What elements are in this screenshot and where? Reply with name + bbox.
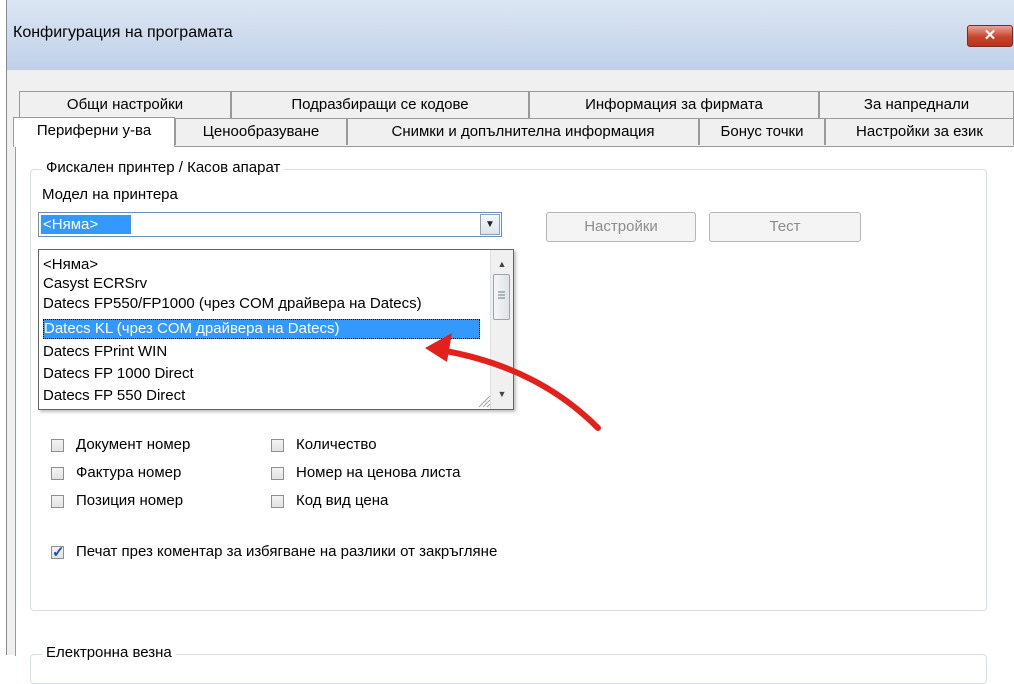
printer-model-list[interactable]: <Няма> Casyst ECRSrv Datecs FP550/FP1000… (38, 249, 514, 410)
list-item[interactable]: Datecs FPrint WIN (43, 342, 477, 362)
printer-settings-button[interactable]: Настройки (546, 212, 696, 242)
window-title: Конфигурация на програмата (13, 24, 233, 41)
document-number-checkbox[interactable] (51, 439, 64, 452)
tab-pricing[interactable]: Ценообразуване (175, 118, 347, 145)
tab-general-settings[interactable]: Общи настройки (19, 91, 231, 118)
price-list-number-label: Номер на ценова листа (296, 464, 461, 481)
tab-company-info[interactable]: Информация за фирмата (529, 91, 819, 118)
tab-bonus-points[interactable]: Бонус точки (699, 118, 825, 145)
checkmark-icon: ✓ (52, 544, 65, 561)
resize-grip-icon[interactable] (477, 394, 491, 408)
list-item[interactable]: Datecs FP550/FP1000 (чрез COM драйвера н… (43, 294, 477, 314)
scroll-up-icon[interactable]: ▲ (491, 254, 513, 274)
title-bar: Конфигурация на програмата ✕ (7, 0, 1014, 70)
grip-lines-icon (498, 291, 505, 299)
list-item[interactable]: <Няма> (43, 255, 477, 275)
price-list-number-checkbox[interactable] (271, 467, 284, 480)
list-item[interactable]: Datecs FP 1000 Direct (43, 364, 477, 384)
tab-images-info[interactable]: Снимки и допълнителна информация (347, 118, 699, 145)
printer-model-select[interactable]: <Няма> ▼ (38, 212, 502, 237)
invoice-number-checkbox[interactable] (51, 467, 64, 480)
printer-model-label: Модел на принтера (42, 186, 178, 203)
comment-print-label: Печат през коментар за избягване на разл… (76, 543, 498, 560)
position-number-checkbox[interactable] (51, 495, 64, 508)
dropdown-arrow-icon[interactable]: ▼ (480, 214, 500, 235)
tab-default-codes[interactable]: Подразбиращи се кодове (231, 91, 529, 118)
tab-language-settings[interactable]: Настройки за език (825, 118, 1014, 145)
scroll-thumb[interactable] (493, 274, 510, 320)
fiscal-printer-legend: Фискален принтер / Касов апарат (42, 159, 285, 176)
list-scrollbar[interactable]: ▲ ▼ (490, 250, 513, 409)
printer-model-value: <Няма> (41, 215, 131, 234)
list-item[interactable]: Datecs FP 550 Direct (43, 386, 477, 406)
position-number-label: Позиция номер (76, 492, 184, 509)
price-type-code-checkbox[interactable] (271, 495, 284, 508)
document-number-label: Документ номер (76, 436, 191, 453)
scroll-down-icon[interactable]: ▼ (491, 384, 513, 404)
close-button[interactable]: ✕ (967, 25, 1013, 47)
price-type-code-label: Код вид цена (296, 492, 389, 509)
comment-print-checkbox[interactable]: ✓ (51, 544, 65, 561)
invoice-number-label: Фактура номер (76, 464, 182, 481)
printer-test-button[interactable]: Тест (709, 212, 861, 242)
quantity-checkbox[interactable] (271, 439, 284, 452)
electronic-scale-legend: Електронна везна (42, 644, 176, 661)
list-item[interactable]: Casyst ECRSrv (43, 274, 477, 294)
list-item-selected[interactable]: Datecs KL (чрез COM драйвера на Datecs) (43, 319, 480, 339)
tab-advanced[interactable]: За напреднали (819, 91, 1014, 118)
tab-peripherals[interactable]: Периферни у-ва (13, 117, 175, 147)
quantity-label: Количество (296, 436, 377, 453)
